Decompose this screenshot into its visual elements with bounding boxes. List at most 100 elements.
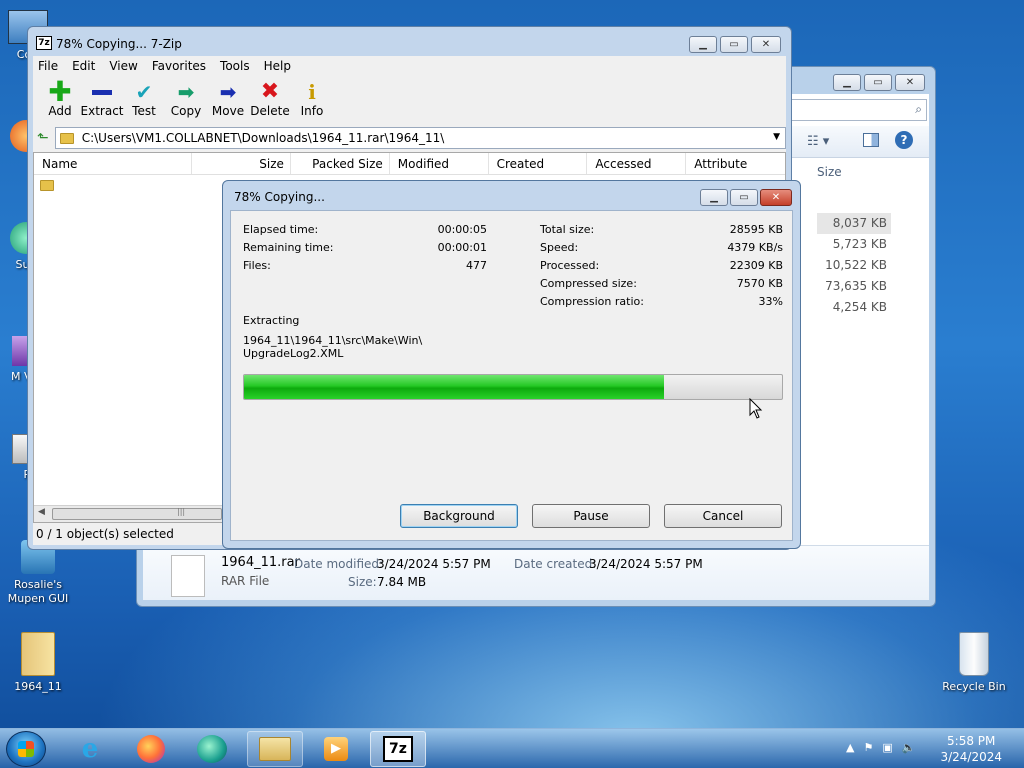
minimize-button[interactable]: ▁ <box>700 189 728 206</box>
volume-muted-icon[interactable]: 🔈 <box>902 741 916 754</box>
dialog-title: 78% Copying... <box>234 190 325 204</box>
folder-icon <box>59 132 74 144</box>
path-input[interactable]: C:\Users\VM1.COLLABNET\Downloads\1964_11… <box>54 127 786 149</box>
desktop-icon-recycle-bin[interactable]: Recycle Bin <box>938 632 1010 694</box>
action-center-flag-icon[interactable]: ⚑ <box>863 741 873 754</box>
files-value: 477 <box>466 259 487 272</box>
column-header-size[interactable]: Size <box>817 165 842 179</box>
action-label: Extracting <box>243 314 300 327</box>
file-size: 10,522 KB <box>825 258 887 272</box>
dialog-window-controls: ▁ ▭ ✕ <box>700 189 792 206</box>
processed-label: Processed: <box>540 259 600 272</box>
background-button[interactable]: Background <box>400 504 518 528</box>
taskbar-media-player[interactable]: ▶ <box>308 731 364 767</box>
move-label: Move <box>211 104 245 118</box>
7zip-app-icon: 7z <box>36 36 52 50</box>
view-options-icon[interactable]: ☷ ▾ <box>807 134 829 149</box>
folder-icon <box>259 737 291 761</box>
compression-ratio-value: 33% <box>758 295 783 308</box>
details-file-type: RAR File <box>221 574 270 588</box>
close-button[interactable]: ✕ <box>760 189 792 206</box>
clock-date: 3/24/2024 <box>940 750 1002 764</box>
speed-value: 4379 KB/s <box>727 241 783 254</box>
minimize-button[interactable]: ▁ <box>833 74 861 91</box>
file-size: 4,254 KB <box>832 300 887 314</box>
column-header-accessed[interactable]: Accessed <box>587 153 687 174</box>
progress-bar <box>243 374 783 400</box>
details-date-modified: 3/24/2024 5:57 PM <box>377 557 491 571</box>
path-text: C:\Users\VM1.COLLABNET\Downloads\1964_11… <box>81 131 445 145</box>
copy-button[interactable]: ➡ Copy <box>165 76 207 124</box>
info-button[interactable]: i Info <box>291 76 333 124</box>
taskbar-app[interactable] <box>184 731 240 767</box>
scroll-left-icon[interactable]: ◀ <box>38 507 45 517</box>
network-icon[interactable]: ▣ <box>882 741 892 754</box>
help-icon[interactable]: ? <box>895 131 913 149</box>
remaining-time-value: 00:00:01 <box>437 241 487 254</box>
folder-icon <box>40 179 54 191</box>
up-folder-icon[interactable]: ⬑ <box>37 130 49 146</box>
remaining-time-label: Remaining time: <box>243 241 334 254</box>
details-size-label: Size: <box>348 575 377 589</box>
info-icon: i <box>308 80 316 104</box>
column-header-attributes[interactable]: Attribute <box>686 153 785 174</box>
taskbar-7zip[interactable]: 7z <box>370 731 426 767</box>
taskbar-file-explorer[interactable] <box>247 731 303 767</box>
menu-favorites[interactable]: Favorites <box>152 59 206 73</box>
taskbar-internet-explorer[interactable]: e <box>62 731 118 767</box>
extract-button[interactable]: Extract <box>81 76 124 124</box>
toolbar: ✚ Add Extract ✔ Test ➡ Copy ➡ Move ✖ Del… <box>33 76 786 124</box>
chevron-down-icon[interactable]: ▼ <box>773 132 780 142</box>
preview-pane-icon[interactable] <box>863 133 879 147</box>
desktop-icon-label: Rosalie's Mupen GUI <box>7 578 69 605</box>
column-header-name[interactable]: Name <box>34 153 193 174</box>
maximize-button[interactable]: ▭ <box>730 189 758 206</box>
taskbar-firefox[interactable] <box>123 731 179 767</box>
details-date-modified-label: Date modified: <box>294 557 384 571</box>
processed-value: 22309 KB <box>729 259 783 272</box>
file-size-list: 8,037 KB 5,723 KB 10,522 KB 73,635 KB 4,… <box>817 213 891 318</box>
delete-button[interactable]: ✖ Delete <box>249 76 291 124</box>
scrollbar-thumb[interactable]: ||| <box>52 507 222 520</box>
mouse-cursor-icon <box>749 398 763 419</box>
close-button[interactable]: ✕ <box>751 36 781 53</box>
column-header-size[interactable]: Size <box>192 153 291 174</box>
dialog-body: Elapsed time: 00:00:05 Remaining time: 0… <box>230 210 793 541</box>
menu-file[interactable]: File <box>38 59 58 73</box>
menu-tools[interactable]: Tools <box>220 59 250 73</box>
pause-button[interactable]: Pause <box>532 504 650 528</box>
maximize-button[interactable]: ▭ <box>864 74 892 91</box>
show-hidden-icons-icon[interactable]: ▲ <box>846 741 854 754</box>
column-header-created[interactable]: Created <box>489 153 588 174</box>
current-file-path: 1964_11\1964_11\src\Make\Win\ <box>243 334 423 347</box>
desktop-icon-label: 1964_11 <box>14 680 62 693</box>
maximize-button[interactable]: ▭ <box>720 36 748 53</box>
plus-icon: ✚ <box>48 75 72 108</box>
menu-view[interactable]: View <box>109 59 137 73</box>
add-button[interactable]: ✚ Add <box>39 76 81 124</box>
minus-icon <box>92 80 112 104</box>
file-size: 73,635 KB <box>825 279 887 293</box>
search-input[interactable]: ⌕ <box>787 99 927 121</box>
test-button[interactable]: ✔ Test <box>123 76 165 124</box>
cancel-button[interactable]: Cancel <box>664 504 782 528</box>
desktop-icon-1964[interactable]: 1964_11 <box>2 632 74 694</box>
menu-help[interactable]: Help <box>264 59 291 73</box>
file-list-header: Name Size Packed Size Modified Created A… <box>34 153 785 175</box>
file-size: 8,037 KB <box>817 213 891 234</box>
7zip-titlebar[interactable]: 7z 78% Copying... 7-Zip ▁ ▭ ✕ <box>28 27 791 57</box>
clock-time: 5:58 PM <box>947 734 996 748</box>
column-header-packed-size[interactable]: Packed Size <box>291 153 390 174</box>
close-button[interactable]: ✕ <box>895 74 925 91</box>
menu-edit[interactable]: Edit <box>72 59 95 73</box>
move-button[interactable]: ➡ Move <box>207 76 249 124</box>
window-controls: ▁ ▭ ✕ <box>689 36 781 53</box>
copy-label: Copy <box>170 104 202 118</box>
start-button[interactable] <box>6 731 46 767</box>
minimize-button[interactable]: ▁ <box>689 36 717 53</box>
column-header-modified[interactable]: Modified <box>390 153 489 174</box>
speed-label: Speed: <box>540 241 579 254</box>
clock[interactable]: 5:58 PM 3/24/2024 <box>940 733 1002 765</box>
compressed-size-value: 7570 KB <box>736 277 783 290</box>
horizontal-scrollbar[interactable]: ◀ ||| <box>34 505 226 522</box>
